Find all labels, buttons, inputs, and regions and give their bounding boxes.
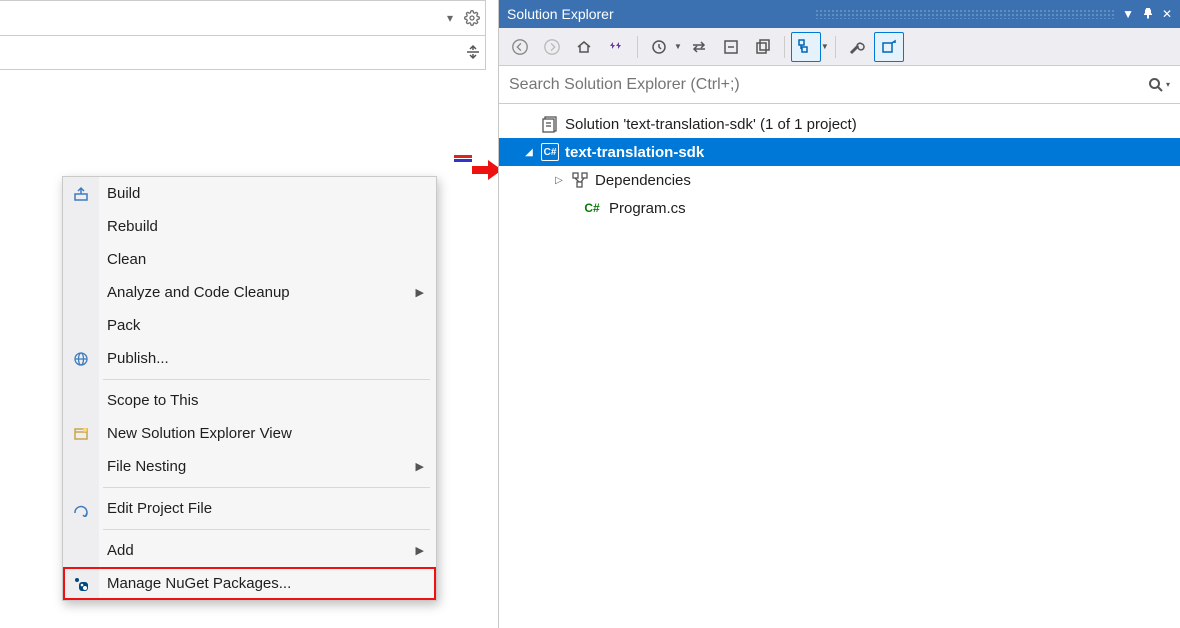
globe-icon <box>71 349 91 369</box>
solution-icon <box>541 115 559 133</box>
menu-item-scope[interactable]: Scope to This <box>63 384 436 417</box>
track-active-button[interactable] <box>791 32 821 62</box>
nav-forward-button[interactable] <box>537 32 567 62</box>
nuget-icon <box>71 574 91 594</box>
menu-item-build[interactable]: Build <box>63 177 436 210</box>
file-program-label: Program.cs <box>609 200 686 217</box>
search-input[interactable] <box>509 76 1148 94</box>
show-all-files-button[interactable] <box>748 32 778 62</box>
menu-label: Pack <box>107 317 424 334</box>
collapse-all-button[interactable] <box>716 32 746 62</box>
menu-label: File Nesting <box>107 458 416 475</box>
menu-item-rebuild[interactable]: Rebuild <box>63 210 436 243</box>
menu-label: Rebuild <box>107 218 424 235</box>
editor-change-markers <box>454 155 472 163</box>
panel-title: Solution Explorer <box>507 6 809 22</box>
csproj-icon: C# <box>541 143 559 161</box>
search-icon[interactable]: ▾ <box>1148 77 1170 93</box>
expander-open-icon[interactable]: ◢ <box>523 146 535 158</box>
home-button[interactable] <box>569 32 599 62</box>
menu-item-file-nesting[interactable]: File Nesting ▶ <box>63 450 436 483</box>
panel-title-bar[interactable]: Solution Explorer ▼ ✕ <box>499 0 1180 28</box>
panel-dropdown-icon[interactable]: ▼ <box>1122 7 1134 21</box>
pending-changes-dropdown[interactable]: ▼ <box>674 42 682 51</box>
split-editor-icon[interactable] <box>463 42 483 62</box>
project-label: text-translation-sdk <box>565 144 704 161</box>
dropdown-chevron-icon[interactable]: ▾ <box>441 9 459 27</box>
menu-label: Add <box>107 542 416 559</box>
switch-views-button[interactable] <box>601 32 631 62</box>
solution-tree: Solution 'text-translation-sdk' (1 of 1 … <box>499 104 1180 222</box>
file-node-program[interactable]: C# Program.cs <box>499 194 1180 222</box>
menu-item-analyze[interactable]: Analyze and Code Cleanup ▶ <box>63 276 436 309</box>
cs-file-icon: C# <box>581 199 603 217</box>
menu-item-edit-project[interactable]: Edit Project File <box>63 492 436 525</box>
expander-closed-icon[interactable]: ▷ <box>553 174 565 186</box>
menu-item-manage-nuget[interactable]: Manage NuGet Packages... <box>63 567 436 600</box>
menu-item-pack[interactable]: Pack <box>63 309 436 342</box>
gear-icon[interactable] <box>463 9 481 27</box>
dependencies-node[interactable]: ▷ Dependencies <box>499 166 1180 194</box>
new-view-icon <box>71 424 91 444</box>
edit-file-icon <box>71 499 91 519</box>
properties-button[interactable] <box>842 32 872 62</box>
menu-label: Analyze and Code Cleanup <box>107 284 416 301</box>
project-context-menu: Build Rebuild Clean Analyze and Code Cle… <box>62 176 437 601</box>
pending-changes-button[interactable] <box>644 32 674 62</box>
menu-label: Edit Project File <box>107 500 424 517</box>
menu-label: Publish... <box>107 350 424 367</box>
menu-label: New Solution Explorer View <box>107 425 424 442</box>
menu-item-publish[interactable]: Publish... <box>63 342 436 375</box>
editor-panel: ▾ <box>0 0 486 70</box>
preview-selected-button[interactable] <box>874 32 904 62</box>
panel-search: ▾ <box>499 66 1180 104</box>
panel-toolbar: ▼ ▼ <box>499 28 1180 66</box>
track-active-dropdown[interactable]: ▼ <box>821 42 829 51</box>
dependencies-icon <box>571 171 589 189</box>
editor-subbar <box>0 35 485 69</box>
panel-grip[interactable] <box>815 9 1117 19</box>
menu-label: Clean <box>107 251 424 268</box>
solution-node[interactable]: Solution 'text-translation-sdk' (1 of 1 … <box>499 110 1180 138</box>
editor-toolbar: ▾ <box>441 9 481 27</box>
dependencies-label: Dependencies <box>595 172 691 189</box>
nav-back-button[interactable] <box>505 32 535 62</box>
menu-label: Manage NuGet Packages... <box>107 575 424 592</box>
close-icon[interactable]: ✕ <box>1162 7 1172 21</box>
sync-button[interactable] <box>684 32 714 62</box>
project-node[interactable]: ◢ C# text-translation-sdk <box>499 138 1180 166</box>
submenu-arrow-icon: ▶ <box>416 286 424 299</box>
menu-item-clean[interactable]: Clean <box>63 243 436 276</box>
solution-explorer-panel: Solution Explorer ▼ ✕ ▼ ▼ ▾ <box>498 0 1180 628</box>
menu-item-add[interactable]: Add ▶ <box>63 534 436 567</box>
submenu-arrow-icon: ▶ <box>416 460 424 473</box>
menu-item-new-view[interactable]: New Solution Explorer View <box>63 417 436 450</box>
build-icon <box>71 184 91 204</box>
submenu-arrow-icon: ▶ <box>416 544 424 557</box>
solution-label: Solution 'text-translation-sdk' (1 of 1 … <box>565 116 857 133</box>
menu-label: Scope to This <box>107 392 424 409</box>
pin-icon[interactable] <box>1142 7 1154 22</box>
menu-label: Build <box>107 185 424 202</box>
